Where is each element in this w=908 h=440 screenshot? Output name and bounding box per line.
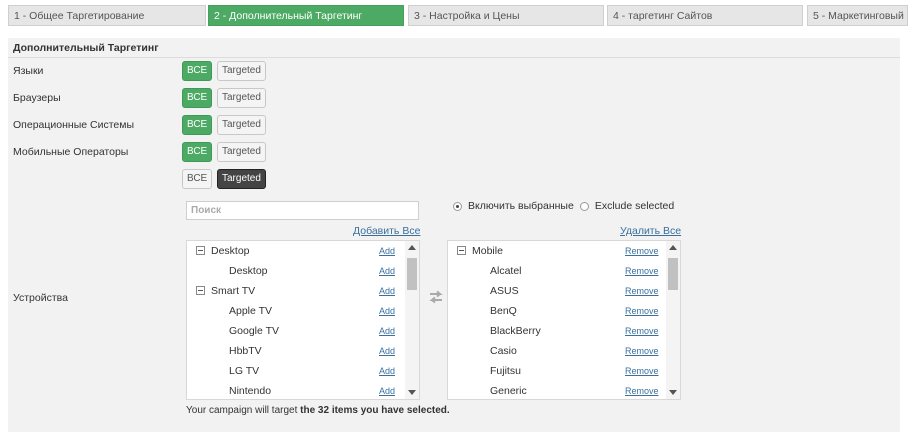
caret-down-icon[interactable] xyxy=(408,390,416,395)
list-item: Nintendo Add xyxy=(187,381,405,399)
remove-link[interactable]: Remove xyxy=(625,321,659,341)
summary-prefix: Your campaign will target xyxy=(186,405,301,416)
list-item-label: BenQ xyxy=(490,305,517,317)
list-item-label: Desktop xyxy=(229,265,268,277)
add-link[interactable]: Add xyxy=(379,301,395,321)
remove-link[interactable]: Remove xyxy=(625,361,659,381)
caret-up-icon[interactable] xyxy=(408,245,416,250)
scrollbar-thumb[interactable] xyxy=(668,258,678,290)
os-label: Операционные Системы xyxy=(13,119,134,131)
list-item-label: Alcatel xyxy=(490,265,522,277)
device-search-input[interactable] xyxy=(186,201,419,220)
exclude-label: Exclude selected xyxy=(594,200,675,212)
list-item: HbbTV Add xyxy=(187,341,405,361)
caret-down-icon[interactable] xyxy=(669,390,677,395)
list-item-label: Google TV xyxy=(229,325,280,337)
summary-count: the 32 items you have selected. xyxy=(300,405,450,416)
list-item: Desktop Add xyxy=(187,261,405,281)
remove-link[interactable]: Remove xyxy=(625,261,659,281)
list-item-label: LG TV xyxy=(229,365,260,377)
add-link[interactable]: Add xyxy=(379,241,395,261)
list-item: Smart TV Add xyxy=(187,281,405,301)
add-link[interactable]: Add xyxy=(379,261,395,281)
minus-square-icon[interactable] xyxy=(196,286,205,295)
list-item-label: Nintendo xyxy=(229,385,272,397)
swap-arrows-icon xyxy=(429,290,443,304)
selected-devices-list[interactable]: Mobile Remove Alcatel Remove ASUS Remove… xyxy=(447,240,681,400)
add-link[interactable]: Add xyxy=(379,281,395,301)
minus-square-icon[interactable] xyxy=(196,246,205,255)
os-targeted-button[interactable]: Targeted xyxy=(217,115,266,135)
remove-all-link[interactable]: Удалить Все xyxy=(620,225,681,237)
scrollbar-thumb[interactable] xyxy=(407,258,417,290)
languages-label: Языки xyxy=(13,65,44,77)
remove-link[interactable]: Remove xyxy=(625,281,659,301)
browsers-all-button[interactable]: ВСЕ xyxy=(182,88,213,108)
list-item: Apple TV Add xyxy=(187,301,405,321)
remove-link[interactable]: Remove xyxy=(625,381,659,399)
step-tab-1[interactable]: 1 - Общее Таргетирование xyxy=(8,5,206,26)
scrollbar[interactable] xyxy=(405,241,419,399)
add-link[interactable]: Add xyxy=(379,341,395,361)
list-item-label: Desktop xyxy=(211,245,250,257)
include-exclude-options: Включить выбранные Exclude selected xyxy=(453,200,674,212)
add-all-link[interactable]: Добавить Все xyxy=(353,225,420,237)
list-item-label: BlackBerry xyxy=(490,325,541,337)
devices-label: Устройства xyxy=(13,292,68,304)
step-tab-3[interactable]: 3 - Настройка и Цены xyxy=(408,5,604,26)
divider xyxy=(8,57,900,58)
list-item: Desktop Add xyxy=(187,241,405,261)
browsers-targeted-button[interactable]: Targeted xyxy=(217,88,266,108)
list-item: LG TV Add xyxy=(187,361,405,381)
list-item: Mobile Remove xyxy=(448,241,666,261)
list-item-label: Casio xyxy=(490,345,517,357)
carriers-all-button[interactable]: ВСЕ xyxy=(182,142,213,162)
target-summary: Your campaign will target the 32 items y… xyxy=(186,405,450,416)
add-link[interactable]: Add xyxy=(379,321,395,341)
caret-up-icon[interactable] xyxy=(669,245,677,250)
list-item-label: Fujitsu xyxy=(490,365,521,377)
scrollbar[interactable] xyxy=(666,241,680,399)
list-item-label: Apple TV xyxy=(229,305,272,317)
list-item: Generic Remove xyxy=(448,381,666,399)
remove-link[interactable]: Remove xyxy=(625,241,659,261)
list-item-label: Smart TV xyxy=(211,285,256,297)
browsers-label: Браузеры xyxy=(13,92,61,104)
exclude-radio[interactable] xyxy=(579,201,589,211)
include-radio[interactable] xyxy=(453,201,462,211)
carriers-label: Мобильные Операторы xyxy=(13,146,129,158)
languages-all-button[interactable]: ВСЕ xyxy=(182,61,213,81)
wizard-steps: 1 - Общее Таргетирование 2 - Дополнитель… xyxy=(0,0,908,30)
step-tab-5[interactable]: 5 - Маркетинговый Ма xyxy=(807,5,908,26)
add-link[interactable]: Add xyxy=(379,381,395,399)
list-item-label: Mobile xyxy=(472,245,503,257)
list-item: Alcatel Remove xyxy=(448,261,666,281)
step-tab-2[interactable]: 2 - Дополнительный Таргетинг xyxy=(208,5,404,26)
panel-title: Дополнительный Таргетинг xyxy=(13,42,159,54)
list-item: Google TV Add xyxy=(187,321,405,341)
languages-targeted-button[interactable]: Targeted xyxy=(217,61,266,81)
list-item: BenQ Remove xyxy=(448,301,666,321)
list-item: ASUS Remove xyxy=(448,281,666,301)
additional-targeting-panel: Дополнительный Таргетинг Языки ВСЕ Targe… xyxy=(8,38,900,432)
available-devices-list[interactable]: Desktop Add Desktop Add Smart TV Add App… xyxy=(186,240,420,400)
list-item-label: ASUS xyxy=(490,285,519,297)
include-label: Включить выбранные xyxy=(468,200,574,212)
devices-all-button[interactable]: ВСЕ xyxy=(182,169,213,189)
list-item: Casio Remove xyxy=(448,341,666,361)
list-item-label: Generic xyxy=(490,385,527,397)
os-all-button[interactable]: ВСЕ xyxy=(182,115,213,135)
list-item: Fujitsu Remove xyxy=(448,361,666,381)
list-item: BlackBerry Remove xyxy=(448,321,666,341)
minus-square-icon[interactable] xyxy=(457,246,466,255)
step-tab-4[interactable]: 4 - таргетинг Сайтов xyxy=(607,5,803,26)
list-item-label: HbbTV xyxy=(229,345,262,357)
remove-link[interactable]: Remove xyxy=(625,301,659,321)
devices-targeted-button[interactable]: Targeted xyxy=(217,169,266,189)
add-link[interactable]: Add xyxy=(379,361,395,381)
carriers-targeted-button[interactable]: Targeted xyxy=(217,142,266,162)
remove-link[interactable]: Remove xyxy=(625,341,659,361)
